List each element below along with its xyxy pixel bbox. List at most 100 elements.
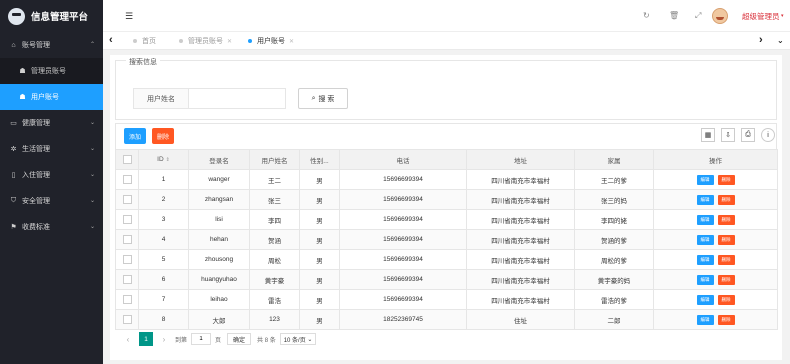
table-row[interactable]: 6 huangyuhao 黄宇豪男 15696699394 四川省南充市幸福村 黄宇豪的妈… [115,269,778,290]
chevron-down-icon: ⌄ [89,224,95,230]
cell-gender: 男 [299,289,340,310]
column-header-id[interactable]: ID ⇕ [138,149,189,170]
column-header-phone: 电话 [339,149,467,170]
refresh-icon[interactable]: ↻ [643,11,650,20]
search-icon: ⌕ [311,94,316,102]
row-delete-button[interactable]: 删除 [717,274,735,285]
sort-icon[interactable]: ⇕ [166,157,170,163]
close-icon[interactable]: ✕ [227,38,232,45]
row-checkbox[interactable] [115,169,139,190]
sidebar-item-checkin[interactable]: ▯ 入住管理 ⌄ [0,162,103,188]
top-header: ☰ ↻ 🗑 ⤢ 超级管理员 ▾ [103,0,790,32]
export-icon[interactable]: ⇩ [721,128,735,142]
table-row[interactable]: 3 lisi 李四男 15696699394 四川省南充市幸福村 李四的姥 编辑 删除 [115,209,778,230]
table-row[interactable]: 2 zhangsan 张三男 15696699394 四川省南充市幸福村 张三的妈 编辑 删除 [115,189,778,210]
avatar[interactable] [712,8,728,24]
page-size-select[interactable]: 10 条/页 ⌄ [279,333,317,345]
row-checkbox[interactable] [115,309,139,330]
cell-family: 二郎 [574,309,654,330]
columns-filter-icon[interactable]: ▦ [701,128,715,142]
cell-family: 王二的爹 [574,169,654,190]
search-button[interactable]: ⌕ 搜 索 [298,88,348,109]
chevron-down-icon: ⌄ [89,146,95,152]
menu-toggle-icon[interactable]: ☰ [125,11,133,22]
cell-actions: 编辑 删除 [653,289,778,310]
cell-login: zhousong [188,249,250,270]
search-button-label: 搜 索 [318,95,335,103]
row-delete-button[interactable]: 删除 [717,194,735,205]
sidebar-item-account[interactable]: ⌂ 账号管理 ⌃ [0,32,103,58]
edit-button[interactable]: 编辑 [696,254,714,265]
sidebar-item-label: 管理员账号 [31,68,66,75]
add-button[interactable]: 添加 [124,128,146,144]
row-delete-button[interactable]: 删除 [717,234,735,245]
row-checkbox[interactable] [115,229,139,250]
edit-button[interactable]: 编辑 [696,174,714,185]
prev-page-icon[interactable]: ‹ [123,335,133,344]
edit-button[interactable]: 编辑 [696,214,714,225]
page-number-current[interactable]: 1 [139,332,153,346]
row-checkbox[interactable] [115,209,139,230]
row-checkbox[interactable] [115,289,139,310]
cell-login: lisi [188,209,250,230]
row-delete-button[interactable]: 删除 [717,174,735,185]
sidebar-item-life[interactable]: ✲ 生活管理 ⌄ [0,136,103,162]
info-icon[interactable]: i [761,128,775,142]
tab-home[interactable]: 首页 [133,36,156,46]
edit-button[interactable]: 编辑 [696,234,714,245]
column-header-actions: 操作 [653,149,778,170]
fullscreen-icon[interactable]: ⤢ [695,11,701,21]
row-delete-button[interactable]: 删除 [717,294,735,305]
edit-button[interactable]: 编辑 [696,194,714,205]
sidebar-item-user-accounts[interactable]: ☗ 用户账号 [0,84,103,110]
column-header-family: 家属 [574,149,654,170]
table-row[interactable]: 4 hehan 贺涵男 15696699394 四川省南充市幸福村 贺涵的爹 编辑 删除 [115,229,778,250]
search-input[interactable] [189,88,286,109]
sidebar-item-label: 生活管理 [22,146,50,153]
edit-button[interactable]: 编辑 [696,294,714,305]
table-row[interactable]: 1 wanger 王二男 15696699394 四川省南充市幸福村 王二的爹 编辑 删除 [115,169,778,190]
page-jump-input[interactable] [191,333,212,345]
table-row[interactable]: 8 大郎 123 男 18252369745 住址 二郎 编辑 删除 [115,309,778,330]
caret-down-icon[interactable]: ▾ [781,13,784,19]
tab-scroll-right-icon[interactable]: › [759,34,763,46]
cell-family: 张三的妈 [574,189,654,210]
print-icon[interactable]: ⎙ [741,128,755,142]
cell-address: 四川省南充市幸福村 [466,229,575,250]
home-icon: ⌂ [11,41,16,49]
tab-user-accounts[interactable]: 用户账号 ✕ [248,36,294,46]
sidebar-item-security[interactable]: ⛉ 安全管理 ⌄ [0,188,103,214]
tab-admin-accounts[interactable]: 管理员账号 ✕ [179,36,232,46]
cell-phone: 15696699394 [339,289,467,310]
scrollbar-vertical[interactable] [782,50,790,364]
close-icon[interactable]: ✕ [289,38,294,45]
cell-phone: 15696699394 [339,269,467,290]
select-all-checkbox[interactable] [115,149,139,170]
row-checkbox[interactable] [115,269,139,290]
row-delete-button[interactable]: 删除 [717,314,735,325]
row-checkbox[interactable] [115,189,139,210]
edit-button[interactable]: 编辑 [696,274,714,285]
page-jump-confirm-button[interactable]: 确定 [227,333,252,345]
table-row[interactable]: 5 zhousong 周松男 15696699394 四川省南充市幸福村 周松的爹 编辑 删除 [115,249,778,270]
row-checkbox[interactable] [115,249,139,270]
cell-name: 123 [249,309,300,330]
table-row[interactable]: 7 leihao 雷浩男 15696699394 四川省南充市幸福村 雷浩的爹 编辑 删除 [115,289,778,310]
sidebar-item-fees[interactable]: ⚑ 收费标准 ⌄ [0,214,103,240]
user-name-menu[interactable]: 超级管理员 [742,11,780,22]
sidebar-item-health[interactable]: ▭ 健康管理 ⌄ [0,110,103,136]
cell-family: 贺涵的爹 [574,229,654,250]
delete-button[interactable]: 删除 [152,128,174,144]
trash-icon[interactable]: 🗑 [669,11,679,20]
row-delete-button[interactable]: 删除 [717,254,735,265]
tab-scroll-left-icon[interactable]: ‹ [109,34,113,46]
tab-menu-chevron-down-icon[interactable]: ⌄ [777,36,784,45]
sidebar-item-admin-accounts[interactable]: ☗ 管理员账号 [0,58,103,84]
row-delete-button[interactable]: 删除 [717,214,735,225]
cell-address: 四川省南充市幸福村 [466,289,575,310]
edit-button[interactable]: 编辑 [696,314,714,325]
next-page-icon[interactable]: › [159,335,169,344]
column-header-name: 用户姓名 [249,149,300,170]
sidebar-item-label: 健康管理 [22,120,50,127]
cell-address: 住址 [466,309,575,330]
